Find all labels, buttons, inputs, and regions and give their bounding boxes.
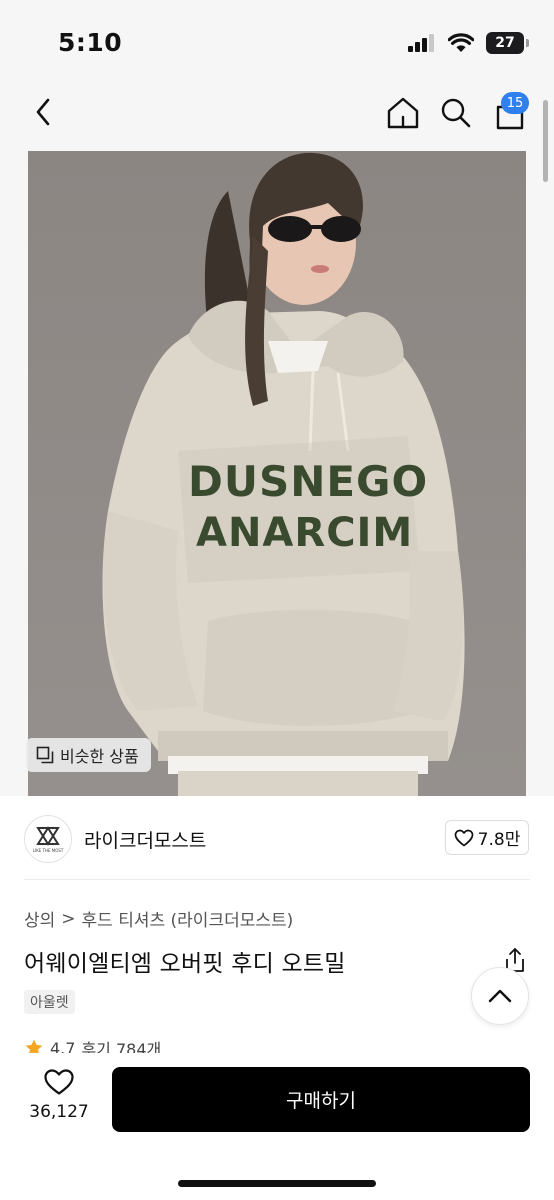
wifi-icon — [448, 33, 474, 52]
wishlist-count: 36,127 — [29, 1102, 89, 1122]
cellular-signal-icon — [408, 34, 434, 52]
status-icons: 27 — [408, 32, 529, 54]
similar-products-button[interactable]: 비슷한 상품 — [26, 738, 151, 772]
scroll-to-top-button[interactable] — [471, 967, 529, 1025]
product-image[interactable]: DUSNEGO ANARCIM — [28, 151, 526, 796]
buy-button[interactable]: 구매하기 — [112, 1067, 530, 1132]
brand-logo-text: LIKE THE MOST — [32, 848, 64, 853]
section-divider — [24, 879, 530, 880]
breadcrumb: 상의 > 후드 티셔츠 (라이크더모스트) — [24, 906, 294, 932]
brand-like-button[interactable]: 7.8만 — [445, 820, 529, 855]
product-photo-illustration: DUSNEGO ANARCIM — [28, 151, 526, 796]
scrollbar-thumb — [543, 100, 548, 182]
back-button[interactable] — [28, 94, 58, 130]
similar-products-label: 비슷한 상품 — [60, 747, 139, 766]
breadcrumb-separator: > — [61, 908, 76, 929]
search-icon — [441, 98, 471, 128]
print-text-line1: DUSNEGO — [188, 457, 428, 506]
heart-outline-icon — [44, 1069, 74, 1095]
wishlist-button[interactable]: 36,127 — [28, 1068, 90, 1130]
brand-name[interactable]: 라이크더모스트 — [84, 826, 206, 853]
brand-like-count: 7.8만 — [477, 830, 521, 850]
home-icon — [387, 97, 419, 129]
chevron-up-icon — [488, 989, 512, 1003]
brand-mark-icon — [36, 826, 60, 846]
product-title: 어웨이엘티엠 오버핏 후디 오트밀 — [24, 951, 346, 977]
heart-icon — [454, 829, 474, 846]
similar-items-icon — [36, 746, 54, 764]
home-button[interactable] — [384, 94, 422, 132]
home-indicator — [178, 1180, 376, 1187]
battery-indicator: 27 — [486, 32, 529, 54]
brand-logo[interactable]: LIKE THE MOST — [24, 815, 72, 863]
search-button[interactable] — [438, 94, 474, 132]
cart-count-badge: 15 — [501, 92, 529, 114]
breadcrumb-root[interactable]: 상의 — [24, 906, 55, 931]
outlet-badge: 아울렛 — [24, 990, 75, 1014]
back-arrow-icon — [36, 98, 50, 126]
print-text-line2: ANARCIM — [196, 510, 413, 556]
status-time: 5:10 — [58, 28, 123, 57]
breadcrumb-category[interactable]: 후드 티셔츠 (라이크더모스트) — [82, 906, 294, 931]
